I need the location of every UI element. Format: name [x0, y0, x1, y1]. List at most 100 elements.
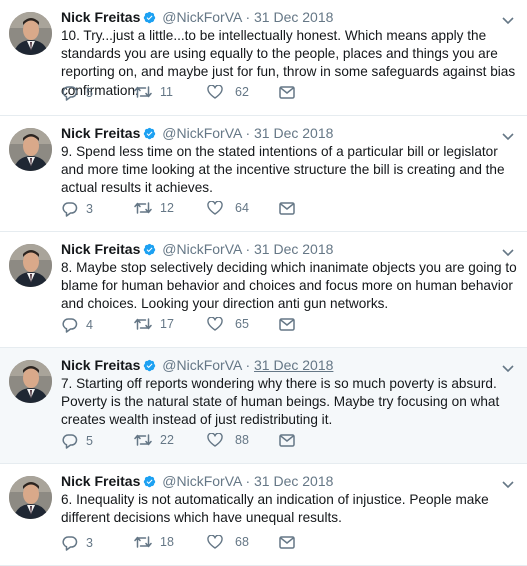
reply-button[interactable]: 3: [62, 535, 93, 551]
separator-dot: ·: [245, 357, 251, 373]
tweet[interactable]: Nick Freitas @NickForVA · 31 Dec 2018 6.…: [0, 464, 527, 566]
reply-count: 3: [86, 202, 93, 216]
retweet-count: 12: [160, 201, 174, 215]
direct-message-button[interactable]: [279, 434, 295, 447]
tweet[interactable]: Nick Freitas @NickForVA · 31 Dec 2018 9.…: [0, 116, 527, 232]
separator-dot: ·: [245, 241, 251, 257]
tweet-text: 9. Spend less time on the stated intenti…: [61, 144, 505, 196]
reply-count: 3: [86, 536, 93, 550]
separator-dot: ·: [245, 125, 251, 141]
author-handle[interactable]: @NickForVA: [162, 125, 241, 141]
tweet-timestamp[interactable]: 31 Dec 2018: [254, 9, 333, 25]
separator-dot: ·: [245, 9, 251, 25]
reply-icon: [62, 317, 78, 333]
direct-message-button[interactable]: [279, 318, 295, 331]
reply-button[interactable]: 4: [62, 317, 93, 333]
tweet-header: Nick Freitas @NickForVA · 31 Dec 2018: [61, 9, 333, 28]
tweet-actions: 5 11 62: [62, 85, 312, 103]
like-button[interactable]: 65: [207, 317, 249, 331]
avatar[interactable]: [9, 476, 52, 519]
tweet-actions: 3 18 68: [62, 535, 312, 553]
separator-dot: ·: [245, 473, 251, 489]
retweet-button[interactable]: 17: [134, 317, 174, 331]
like-count: 65: [235, 317, 249, 331]
reply-button[interactable]: 3: [62, 201, 93, 217]
reply-button[interactable]: 5: [62, 85, 93, 101]
like-icon: [207, 317, 223, 331]
verified-badge-icon: [143, 243, 156, 260]
tweet-header: Nick Freitas @NickForVA · 31 Dec 2018: [61, 473, 333, 492]
retweet-icon: [134, 317, 152, 331]
retweet-icon: [134, 201, 152, 215]
direct-message-icon: [279, 202, 295, 215]
reply-icon: [62, 433, 78, 449]
author-name[interactable]: Nick Freitas: [61, 473, 140, 489]
tweet-actions: 5 22 88: [62, 433, 312, 451]
direct-message-icon: [279, 86, 295, 99]
retweet-button[interactable]: 12: [134, 201, 174, 215]
reply-button[interactable]: 5: [62, 433, 93, 449]
direct-message-icon: [279, 318, 295, 331]
tweet-actions: 3 12 64: [62, 201, 312, 219]
retweet-icon: [134, 433, 152, 447]
tweet-header: Nick Freitas @NickForVA · 31 Dec 2018: [61, 357, 333, 376]
like-icon: [207, 433, 223, 447]
tweet-timestamp[interactable]: 31 Dec 2018: [254, 241, 333, 257]
tweet-timestamp[interactable]: 31 Dec 2018: [254, 125, 333, 141]
retweet-count: 11: [160, 85, 173, 99]
like-button[interactable]: 64: [207, 201, 249, 215]
tweet-text: 8. Maybe stop selectively deciding which…: [61, 260, 517, 312]
avatar[interactable]: [9, 12, 52, 55]
author-handle[interactable]: @NickForVA: [162, 9, 241, 25]
author-name[interactable]: Nick Freitas: [61, 241, 140, 257]
verified-badge-icon: [143, 127, 156, 144]
like-count: 68: [235, 535, 249, 549]
like-icon: [207, 535, 223, 549]
retweet-icon: [134, 535, 152, 549]
verified-badge-icon: [143, 359, 156, 376]
reply-count: 4: [86, 318, 93, 332]
avatar[interactable]: [9, 360, 52, 403]
like-count: 62: [235, 85, 249, 99]
like-icon: [207, 85, 223, 99]
author-handle[interactable]: @NickForVA: [162, 473, 241, 489]
author-name[interactable]: Nick Freitas: [61, 125, 140, 141]
tweet-timestamp[interactable]: 31 Dec 2018: [254, 473, 333, 489]
tweet-thread: Nick Freitas @NickForVA · 31 Dec 2018 10…: [0, 0, 527, 566]
verified-badge-icon: [143, 11, 156, 28]
retweet-button[interactable]: 18: [134, 535, 174, 549]
reply-icon: [62, 535, 78, 551]
like-button[interactable]: 62: [207, 85, 249, 99]
retweet-button[interactable]: 11: [134, 85, 173, 99]
direct-message-icon: [279, 434, 295, 447]
avatar[interactable]: [9, 128, 52, 171]
reply-count: 5: [86, 86, 93, 100]
direct-message-button[interactable]: [279, 202, 295, 215]
tweet[interactable]: Nick Freitas @NickForVA · 31 Dec 2018 8.…: [0, 232, 527, 348]
direct-message-button[interactable]: [279, 86, 295, 99]
like-count: 88: [235, 433, 249, 447]
tweet[interactable]: Nick Freitas @NickForVA · 31 Dec 2018 7.…: [0, 348, 527, 464]
reply-icon: [62, 85, 78, 101]
tweet-actions: 4 17 65: [62, 317, 312, 335]
reply-count: 5: [86, 434, 93, 448]
author-handle[interactable]: @NickForVA: [162, 357, 241, 373]
tweet[interactable]: Nick Freitas @NickForVA · 31 Dec 2018 10…: [0, 0, 527, 116]
direct-message-button[interactable]: [279, 536, 295, 549]
tweet-text: 6. Inequality is not automatically an in…: [61, 492, 489, 526]
avatar[interactable]: [9, 244, 52, 287]
author-name[interactable]: Nick Freitas: [61, 357, 140, 373]
like-button[interactable]: 68: [207, 535, 249, 549]
tweet-text: 7. Starting off reports wondering why th…: [61, 376, 500, 428]
like-button[interactable]: 88: [207, 433, 249, 447]
retweet-count: 17: [160, 317, 174, 331]
retweet-button[interactable]: 22: [134, 433, 174, 447]
author-name[interactable]: Nick Freitas: [61, 9, 140, 25]
tweet-header: Nick Freitas @NickForVA · 31 Dec 2018: [61, 241, 333, 260]
retweet-count: 22: [160, 433, 174, 447]
reply-icon: [62, 201, 78, 217]
retweet-count: 18: [160, 535, 174, 549]
author-handle[interactable]: @NickForVA: [162, 241, 241, 257]
tweet-header: Nick Freitas @NickForVA · 31 Dec 2018: [61, 125, 333, 144]
tweet-timestamp[interactable]: 31 Dec 2018: [254, 357, 333, 373]
